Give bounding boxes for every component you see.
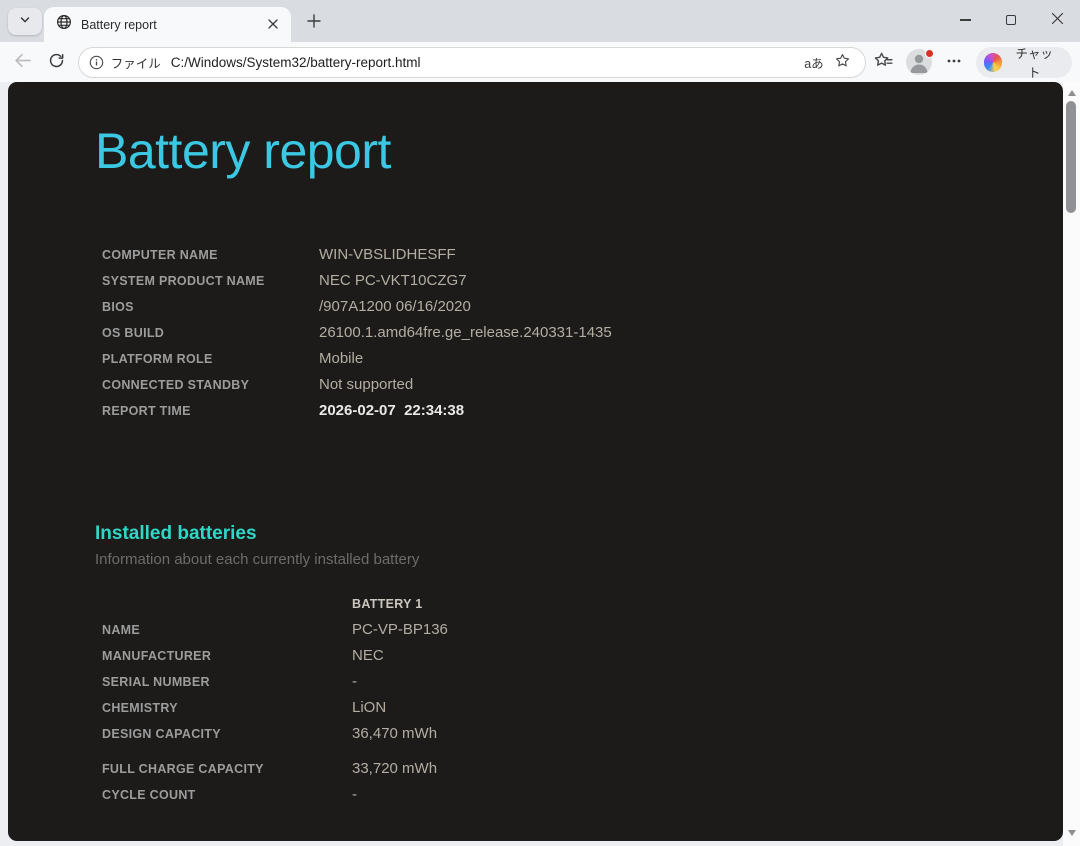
address-url[interactable]: C:/Windows/System32/battery-report.html <box>171 55 421 70</box>
page-title: Battery report <box>95 122 391 180</box>
table-row: CONNECTED STANDBYNot supported <box>102 372 612 398</box>
back-arrow-icon <box>13 51 32 73</box>
battery-rows: NAMEPC-VP-BP136MANUFACTURERNECSERIAL NUM… <box>102 617 448 808</box>
refresh-button[interactable] <box>40 46 74 78</box>
minimize-button[interactable] <box>942 0 988 40</box>
row-label: COMPUTER NAME <box>102 242 319 268</box>
table-row: SYSTEM PRODUCT NAMENEC PC-VKT10CZG7 <box>102 268 612 294</box>
row-value: NEC <box>352 643 384 669</box>
section-heading: Installed batteries <box>95 523 419 545</box>
row-label: CHEMISTRY <box>102 695 352 721</box>
browser-toolbar: ファイル C:/Windows/System32/battery-report.… <box>0 42 1080 82</box>
row-label: FULL CHARGE CAPACITY <box>102 756 352 782</box>
row-label: MANUFACTURER <box>102 643 352 669</box>
translate-button[interactable]: aあ <box>799 49 829 75</box>
installed-batteries-section: Installed batteries Information about ea… <box>95 523 419 568</box>
tab-close-button[interactable] <box>263 15 283 35</box>
row-value: Mobile <box>319 346 363 372</box>
add-favorite-button[interactable] <box>829 49 857 75</box>
system-info-table: COMPUTER NAMEWIN-VBSLIDHESFFSYSTEM PRODU… <box>102 242 612 424</box>
favorites-star-list-icon <box>873 51 894 73</box>
plus-icon <box>306 13 322 32</box>
tab-title: Battery report <box>81 18 263 32</box>
row-label: SYSTEM PRODUCT NAME <box>102 268 319 294</box>
page-info-icon[interactable] <box>89 55 104 70</box>
row-value: - <box>352 669 357 695</box>
row-label: REPORT TIME <box>102 398 319 424</box>
row-value: 2026-02-07 22:34:38 <box>319 398 464 424</box>
minimize-icon <box>960 19 971 21</box>
settings-menu-button[interactable] <box>938 46 970 78</box>
back-button[interactable] <box>6 46 40 78</box>
tab-battery-report[interactable]: Battery report <box>44 7 291 42</box>
section-subheading: Information about each currently install… <box>95 551 419 568</box>
address-bar[interactable]: ファイル C:/Windows/System32/battery-report.… <box>78 47 866 78</box>
copilot-chat-button[interactable]: チャット <box>976 47 1073 78</box>
table-row: OS BUILD26100.1.amd64fre.ge_release.2403… <box>102 320 612 346</box>
refresh-icon <box>48 52 65 72</box>
table-row: BIOS/907A1200 06/16/2020 <box>102 294 612 320</box>
row-value: NEC PC-VKT10CZG7 <box>319 268 467 294</box>
row-label: DESIGN CAPACITY <box>102 721 352 747</box>
content-viewport: Battery report COMPUTER NAMEWIN-VBSLIDHE… <box>0 82 1080 846</box>
close-icon <box>1051 12 1064 28</box>
tab-strip: Battery report <box>0 0 1080 42</box>
star-icon <box>834 52 851 72</box>
new-tab-button[interactable] <box>300 9 328 35</box>
table-row: CYCLE COUNT- <box>102 782 448 808</box>
table-row: FULL CHARGE CAPACITY33,720 mWh <box>102 756 448 782</box>
copilot-icon <box>984 53 1003 72</box>
row-value: WIN-VBSLIDHESFF <box>319 242 456 268</box>
table-row: SERIAL NUMBER- <box>102 669 448 695</box>
notification-dot <box>925 49 934 58</box>
row-label: CONNECTED STANDBY <box>102 372 319 398</box>
row-label: CYCLE COUNT <box>102 782 352 808</box>
row-label: NAME <box>102 617 352 643</box>
scrollbar-thumb[interactable] <box>1066 101 1076 213</box>
scrollbar[interactable] <box>1063 82 1080 846</box>
globe-icon <box>56 14 72 35</box>
table-row: PLATFORM ROLEMobile <box>102 346 612 372</box>
close-window-button[interactable] <box>1034 0 1080 40</box>
table-row: CHEMISTRYLiON <box>102 695 448 721</box>
row-value: LiON <box>352 695 386 721</box>
window-controls <box>942 0 1080 40</box>
installed-batteries-table: BATTERY 1 NAMEPC-VP-BP136MANUFACTURERNEC… <box>102 591 448 808</box>
triangle-up-icon <box>1068 90 1076 96</box>
row-label: PLATFORM ROLE <box>102 346 319 372</box>
row-value: Not supported <box>319 372 413 398</box>
row-value: 36,470 mWh <box>352 721 437 747</box>
row-label: SERIAL NUMBER <box>102 669 352 695</box>
row-label: BIOS <box>102 294 319 320</box>
tab-actions-button[interactable] <box>8 8 42 35</box>
table-row: MANUFACTURERNEC <box>102 643 448 669</box>
battery-report-page: Battery report COMPUTER NAMEWIN-VBSLIDHE… <box>8 82 1063 841</box>
row-value: 26100.1.amd64fre.ge_release.240331-1435 <box>319 320 612 346</box>
table-row: REPORT TIME2026-02-07 22:34:38 <box>102 398 612 424</box>
table-row: DESIGN CAPACITY36,470 mWh <box>102 721 448 747</box>
close-icon <box>268 17 278 32</box>
row-value: - <box>352 782 357 808</box>
copilot-label: チャット <box>1009 43 1059 81</box>
profile-avatar[interactable] <box>902 46 936 78</box>
battery-column-header: BATTERY 1 <box>352 591 423 617</box>
triangle-down-icon <box>1068 830 1076 836</box>
row-value: PC-VP-BP136 <box>352 617 448 643</box>
row-label: OS BUILD <box>102 320 319 346</box>
maximize-button[interactable] <box>988 0 1034 40</box>
scroll-up-arrow[interactable] <box>1063 86 1080 100</box>
ellipsis-icon <box>946 53 962 72</box>
favorites-list-button[interactable] <box>868 46 900 78</box>
table-row: NAMEPC-VP-BP136 <box>102 617 448 643</box>
scroll-down-arrow[interactable] <box>1063 826 1080 840</box>
browser-window: Battery report <box>0 0 1080 846</box>
row-value: /907A1200 06/16/2020 <box>319 294 471 320</box>
row-value: 33,720 mWh <box>352 756 437 782</box>
file-scheme-label: ファイル <box>111 53 161 72</box>
chevron-down-icon <box>18 13 32 30</box>
maximize-icon <box>1006 15 1016 25</box>
table-header-row: BATTERY 1 <box>102 591 448 617</box>
table-row: COMPUTER NAMEWIN-VBSLIDHESFF <box>102 242 612 268</box>
